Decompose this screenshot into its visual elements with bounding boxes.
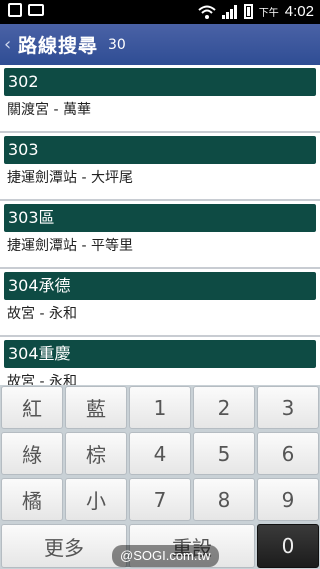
key-2[interactable]: 2 xyxy=(193,386,255,429)
route-description: 故宮 - 永和 xyxy=(7,306,77,322)
route-number: 303 xyxy=(4,136,316,164)
route-description: 關渡宮 - 萬華 xyxy=(7,102,91,118)
key-7[interactable]: 7 xyxy=(129,478,191,521)
result-count: 30 xyxy=(108,36,126,53)
key-6[interactable]: 6 xyxy=(257,432,319,475)
more-button[interactable]: 更多 xyxy=(1,524,127,568)
list-item[interactable]: 302 關渡宮 - 萬華 xyxy=(0,68,320,133)
route-number: 303區 xyxy=(4,204,316,232)
route-description: 捷運劍潭站 - 平等里 xyxy=(7,238,133,254)
back-icon[interactable]: ‹ xyxy=(4,34,14,55)
route-list[interactable]: 302 關渡宮 - 萬華 303 捷運劍潭站 - 大坪尾 303區 捷運劍潭站 … xyxy=(0,65,320,385)
key-small[interactable]: 小 xyxy=(65,478,127,521)
signal-icon xyxy=(221,4,237,19)
key-1[interactable]: 1 xyxy=(129,386,191,429)
key-brown[interactable]: 棕 xyxy=(65,432,127,475)
key-red[interactable]: 紅 xyxy=(1,386,63,429)
key-blue[interactable]: 藍 xyxy=(65,386,127,429)
list-item[interactable]: 303區 捷運劍潭站 - 平等里 xyxy=(0,204,320,269)
key-8[interactable]: 8 xyxy=(193,478,255,521)
status-ampm: 下午 xyxy=(258,8,279,19)
wifi-icon xyxy=(198,5,216,19)
route-number: 304重慶 xyxy=(4,340,316,368)
key-3[interactable]: 3 xyxy=(257,386,319,429)
route-number: 304承德 xyxy=(4,272,316,300)
screen-notification-icon xyxy=(28,4,44,16)
keypad: 紅 藍 1 2 3 綠 棕 4 5 6 橘 小 7 8 9 更多 重設 0 xyxy=(0,385,320,569)
battery-icon xyxy=(243,4,253,19)
route-description: 故宮 - 永和 xyxy=(7,374,77,385)
page-title: 路線搜尋 xyxy=(18,35,99,57)
key-orange[interactable]: 橘 xyxy=(1,478,63,521)
key-green[interactable]: 綠 xyxy=(1,432,63,475)
list-item[interactable]: 304重慶 故宮 - 永和 xyxy=(0,340,320,385)
list-item[interactable]: 303 捷運劍潭站 - 大坪尾 xyxy=(0,136,320,201)
list-item[interactable]: 304承德 故宮 - 永和 xyxy=(0,272,320,337)
key-0[interactable]: 0 xyxy=(257,524,319,568)
status-clock: 4:02 xyxy=(284,3,314,20)
key-4[interactable]: 4 xyxy=(129,432,191,475)
edit-notification-icon xyxy=(8,3,22,17)
key-5[interactable]: 5 xyxy=(193,432,255,475)
route-description: 捷運劍潭站 - 大坪尾 xyxy=(7,170,133,186)
key-9[interactable]: 9 xyxy=(257,478,319,521)
route-number: 302 xyxy=(4,68,316,96)
action-bar: ‹ 路線搜尋 30 xyxy=(0,24,320,65)
status-bar: 下午 4:02 xyxy=(0,0,320,24)
watermark: @SOGI.com.tw xyxy=(112,545,219,567)
